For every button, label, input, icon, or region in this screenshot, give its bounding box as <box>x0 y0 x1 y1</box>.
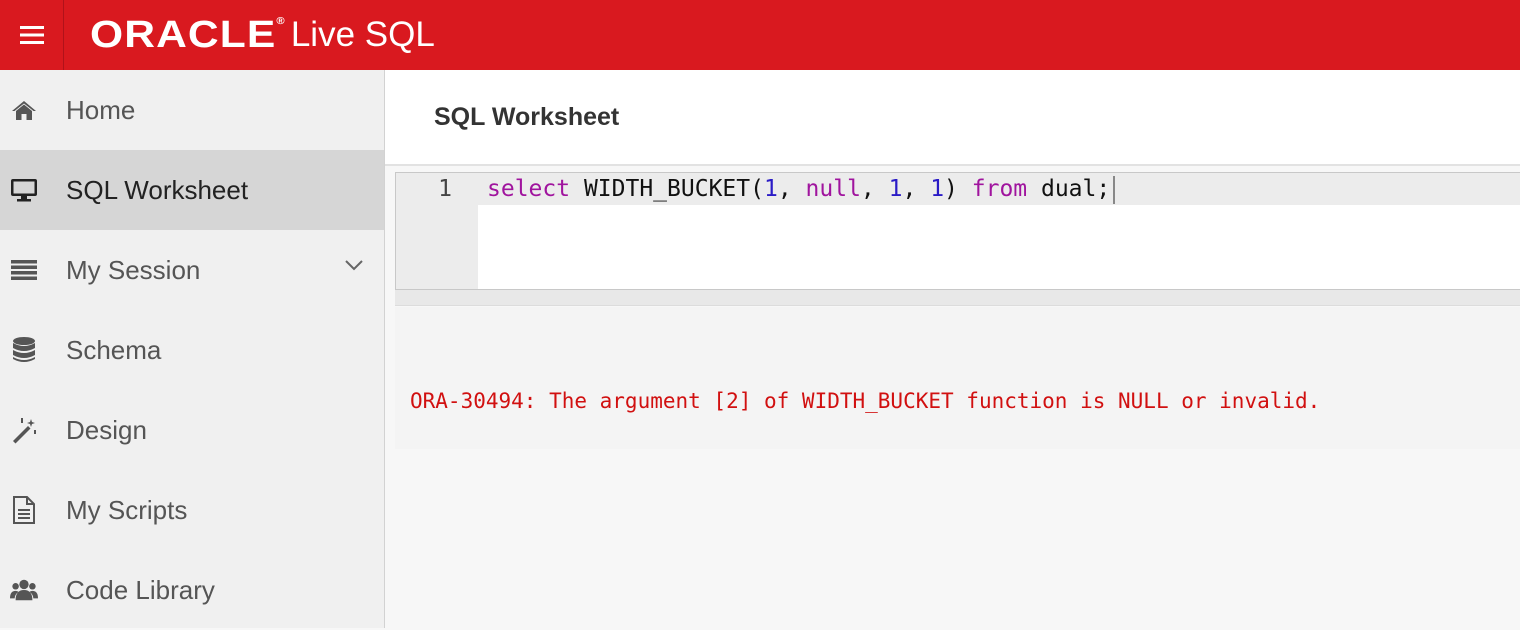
code-token: WIDTH_BUCKET( <box>570 176 764 202</box>
app-header: ORACLE® Live SQL <box>0 0 1520 70</box>
users-icon <box>10 576 38 604</box>
code-token: dual; <box>1027 176 1111 202</box>
code-token-keyword: select <box>487 176 571 202</box>
sidebar-item-my-scripts[interactable]: My Scripts <box>0 470 384 550</box>
sidebar: Home SQL Worksheet My Session Schema Des… <box>0 70 385 628</box>
sidebar-item-sql-worksheet[interactable]: SQL Worksheet <box>0 150 384 230</box>
code-line[interactable]: select WIDTH_BUCKET(1, null, 1, 1) from … <box>487 173 1116 205</box>
page-title: SQL Worksheet <box>434 102 620 131</box>
hamburger-menu-icon <box>19 26 44 44</box>
code-token-number: 1 <box>888 176 903 202</box>
sidebar-item-schema[interactable]: Schema <box>0 310 384 390</box>
oracle-logo: ORACLE® <box>90 13 286 56</box>
sidebar-item-design[interactable]: Design <box>0 390 384 470</box>
sidebar-item-label: Schema <box>66 334 162 365</box>
sidebar-item-code-library[interactable]: Code Library <box>0 550 384 630</box>
main-content: SQL Worksheet 1 select WIDTH_BUCKET(1, n… <box>385 70 1520 628</box>
sidebar-item-home[interactable]: Home <box>0 70 384 150</box>
code-token: ) <box>944 176 972 202</box>
worksheet-header: SQL Worksheet <box>385 70 1520 166</box>
hamburger-menu-button[interactable] <box>0 0 64 70</box>
code-token-keyword: null <box>805 176 861 202</box>
app-name: Live SQL <box>290 15 435 54</box>
code-token: , <box>902 176 931 202</box>
sidebar-item-label: My Session <box>66 254 201 285</box>
code-token-number: 1 <box>763 176 778 202</box>
text-cursor <box>1113 175 1116 204</box>
list-icon <box>10 256 38 284</box>
line-number: 1 <box>438 176 452 202</box>
sidebar-item-my-session[interactable]: My Session <box>0 230 384 310</box>
sidebar-item-label: SQL Worksheet <box>66 174 249 205</box>
sidebar-item-label: Home <box>66 94 136 125</box>
editor-resize-handle[interactable] <box>395 290 1520 306</box>
chevron-down-icon[interactable] <box>344 258 364 276</box>
document-icon <box>10 496 38 524</box>
code-token: , <box>860 176 889 202</box>
magic-wand-icon <box>10 416 38 444</box>
error-message: ORA-30494: The argument [2] of WIDTH_BUC… <box>410 389 1321 413</box>
sql-editor[interactable]: 1 select WIDTH_BUCKET(1, null, 1, 1) fro… <box>395 172 1520 290</box>
database-icon <box>10 336 38 364</box>
sidebar-item-label: Code Library <box>66 574 215 605</box>
home-icon <box>10 96 38 124</box>
sidebar-item-label: My Scripts <box>66 494 188 525</box>
results-panel: ORA-30494: The argument [2] of WIDTH_BUC… <box>395 307 1520 449</box>
sidebar-item-label: Design <box>66 414 147 445</box>
code-token: , <box>777 176 806 202</box>
code-token-number: 1 <box>930 176 945 202</box>
code-token-keyword: from <box>971 176 1028 202</box>
brand[interactable]: ORACLE® Live SQL <box>90 14 435 57</box>
desktop-icon <box>10 176 38 204</box>
